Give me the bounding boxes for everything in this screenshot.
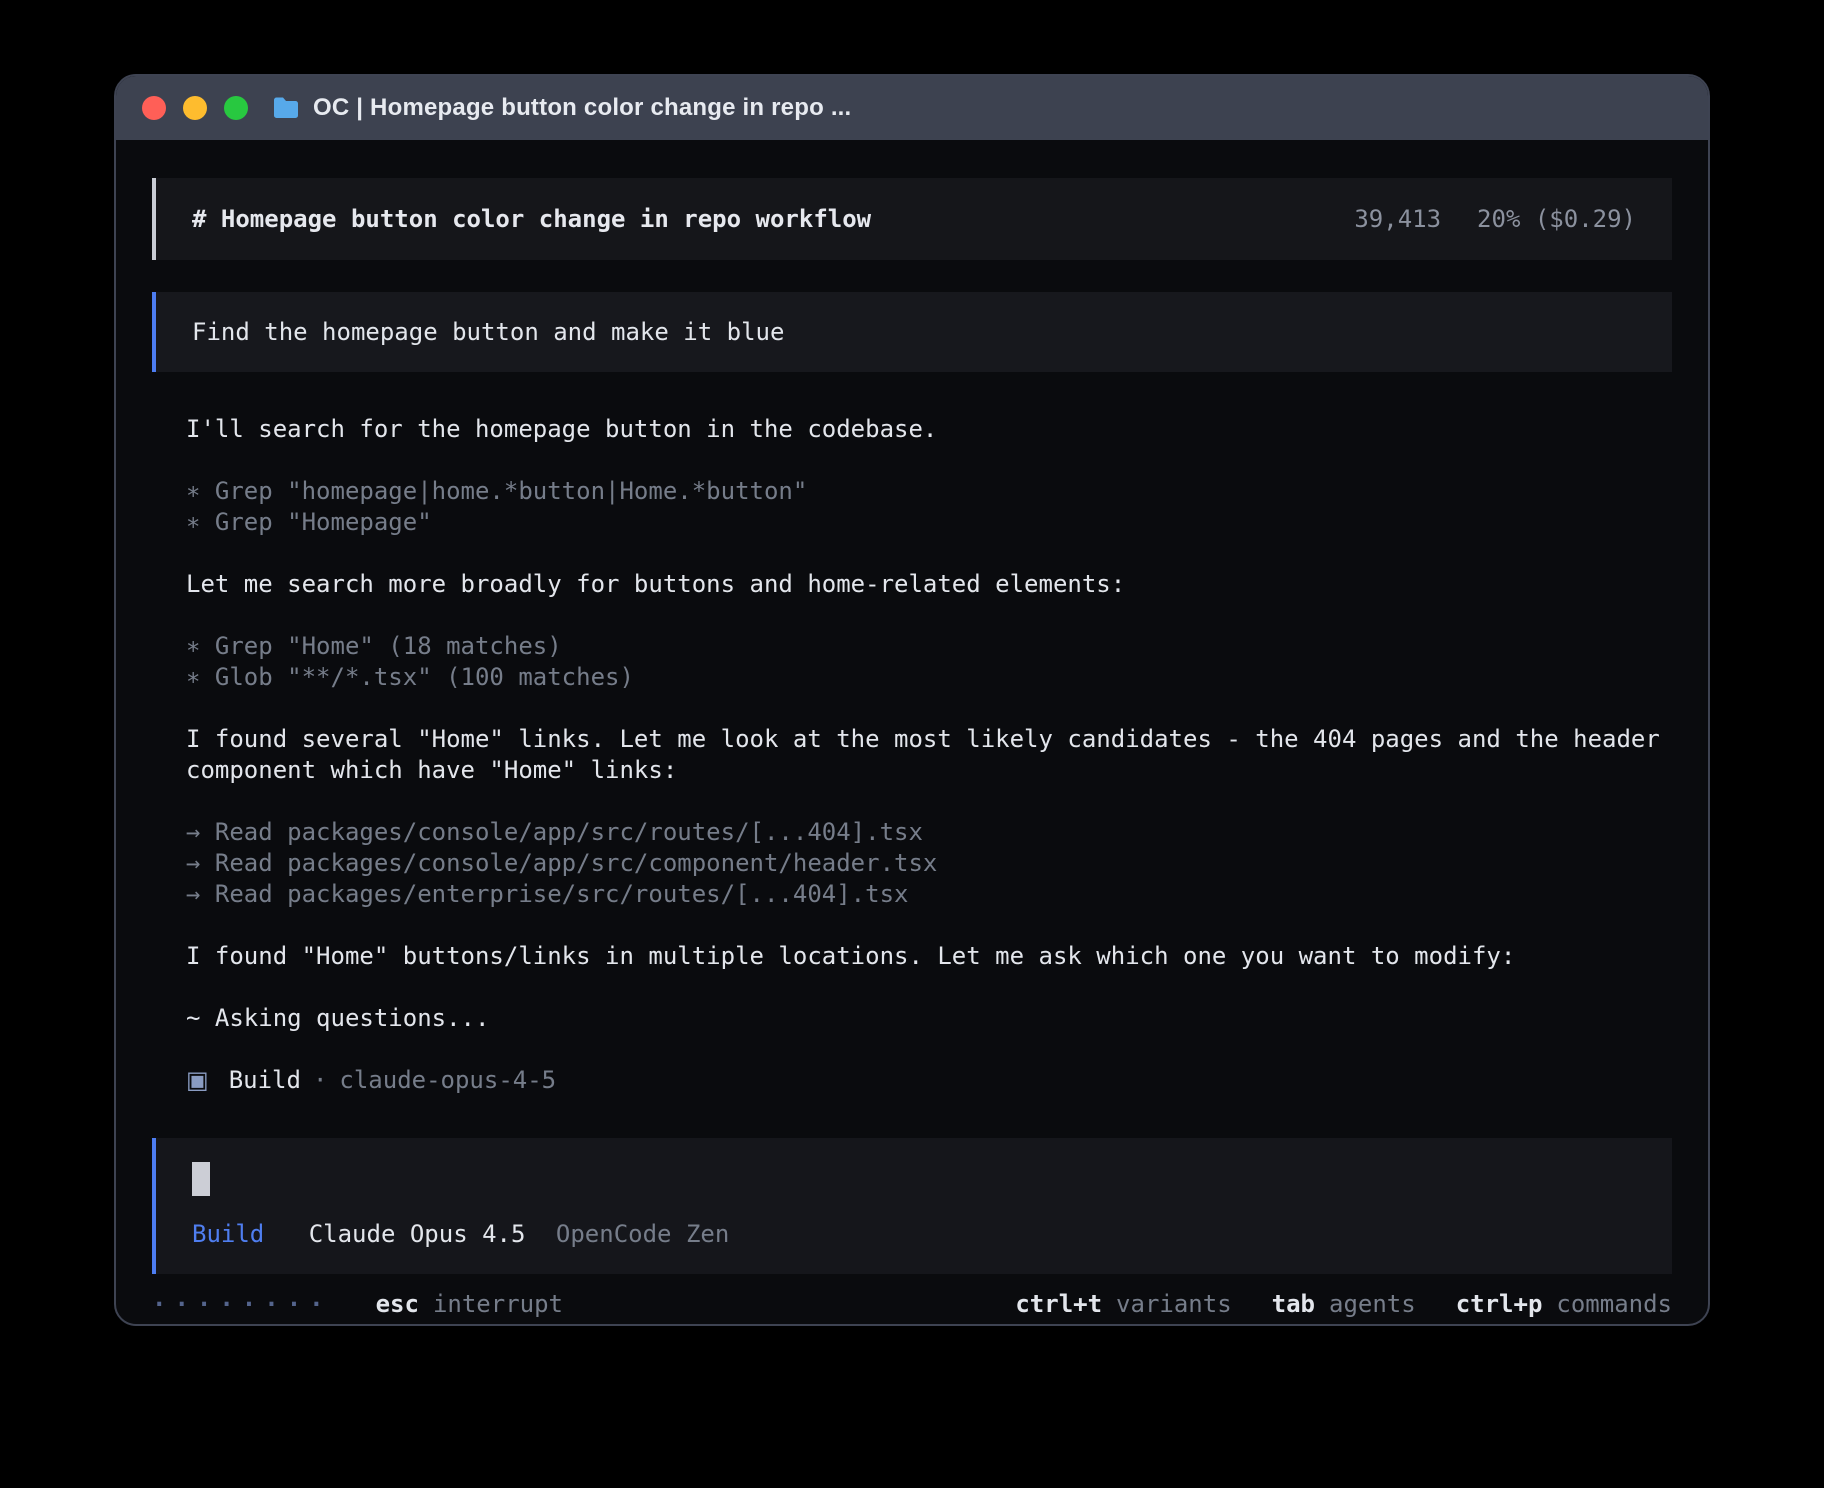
tab-key: tab [1272, 1290, 1315, 1318]
assistant-text: I found several "Home" links. Let me loo… [186, 724, 1668, 786]
session-header: # Homepage button color change in repo w… [152, 178, 1672, 260]
folder-icon [272, 96, 300, 120]
window-title: OC | Homepage button color change in rep… [313, 94, 851, 122]
provider-name: OpenCode Zen [556, 1220, 729, 1248]
zoom-button[interactable] [224, 96, 248, 120]
commands-label: commands [1556, 1290, 1672, 1318]
status-bar: ········ esc interrupt ctrl+t variants t… [152, 1290, 1672, 1318]
tool-call-grep: ∗ Grep "homepage|home.*button|Home.*butt… [186, 476, 1668, 507]
terminal-window: OC | Homepage button color change in rep… [114, 74, 1710, 1326]
tool-call-read: → Read packages/console/app/src/componen… [186, 848, 1668, 879]
agents-hint[interactable]: tab agents [1272, 1290, 1416, 1318]
commands-hint[interactable]: ctrl+p commands [1456, 1290, 1672, 1318]
session-title: # Homepage button color change in repo w… [192, 205, 871, 233]
variants-label: variants [1116, 1290, 1232, 1318]
mode-badge[interactable]: Build [192, 1220, 264, 1248]
ctrl-t-key: ctrl+t [1015, 1290, 1102, 1318]
agent-model: claude-opus-4-5 [339, 1065, 556, 1096]
model-name[interactable]: Claude Opus 4.5 [309, 1220, 526, 1248]
esc-key-label: interrupt [433, 1290, 563, 1318]
prompt-input[interactable]: Build Claude Opus 4.5 OpenCode Zen [152, 1138, 1672, 1274]
token-count: 39,413 [1354, 205, 1441, 233]
traffic-lights [142, 96, 248, 120]
user-message-text: Find the homepage button and make it blu… [192, 318, 784, 346]
variants-hint[interactable]: ctrl+t variants [1015, 1290, 1231, 1318]
tool-call-grep: ∗ Grep "Homepage" [186, 507, 1668, 538]
tool-call-read: → Read packages/enterprise/src/routes/[.… [186, 879, 1668, 910]
close-button[interactable] [142, 96, 166, 120]
conversation: I'll search for the homepage button in t… [152, 414, 1672, 1096]
ctrl-p-key: ctrl+p [1456, 1290, 1543, 1318]
esc-key-hint[interactable]: esc [376, 1290, 419, 1318]
tool-call-read: → Read packages/console/app/src/routes/[… [186, 817, 1668, 848]
titlebar[interactable]: OC | Homepage button color change in rep… [116, 76, 1708, 140]
tool-call-grep: ∗ Grep "Home" (18 matches) [186, 631, 1668, 662]
agent-name: Build [229, 1065, 301, 1096]
separator-dot: · [313, 1065, 327, 1096]
tool-call-glob: ∗ Glob "**/*.tsx" (100 matches) [186, 662, 1668, 693]
user-message: Find the homepage button and make it blu… [152, 292, 1672, 372]
agent-status: ▣ Build · claude-opus-4-5 [186, 1065, 1668, 1096]
agents-label: agents [1329, 1290, 1416, 1318]
spinner-dots: ········ [152, 1290, 332, 1318]
assistant-text: I'll search for the homepage button in t… [186, 414, 1668, 445]
input-meta: Build Claude Opus 4.5 OpenCode Zen [192, 1220, 1636, 1248]
assistant-status-text: ~ Asking questions... [186, 1003, 1668, 1034]
context-usage: 20% ($0.29) [1477, 205, 1636, 233]
minimize-button[interactable] [183, 96, 207, 120]
agent-icon: ▣ [186, 1065, 209, 1096]
assistant-text: I found "Home" buttons/links in multiple… [186, 941, 1668, 972]
text-cursor [192, 1162, 210, 1196]
session-stats: 39,413 20% ($0.29) [1354, 205, 1636, 233]
assistant-text: Let me search more broadly for buttons a… [186, 569, 1668, 600]
